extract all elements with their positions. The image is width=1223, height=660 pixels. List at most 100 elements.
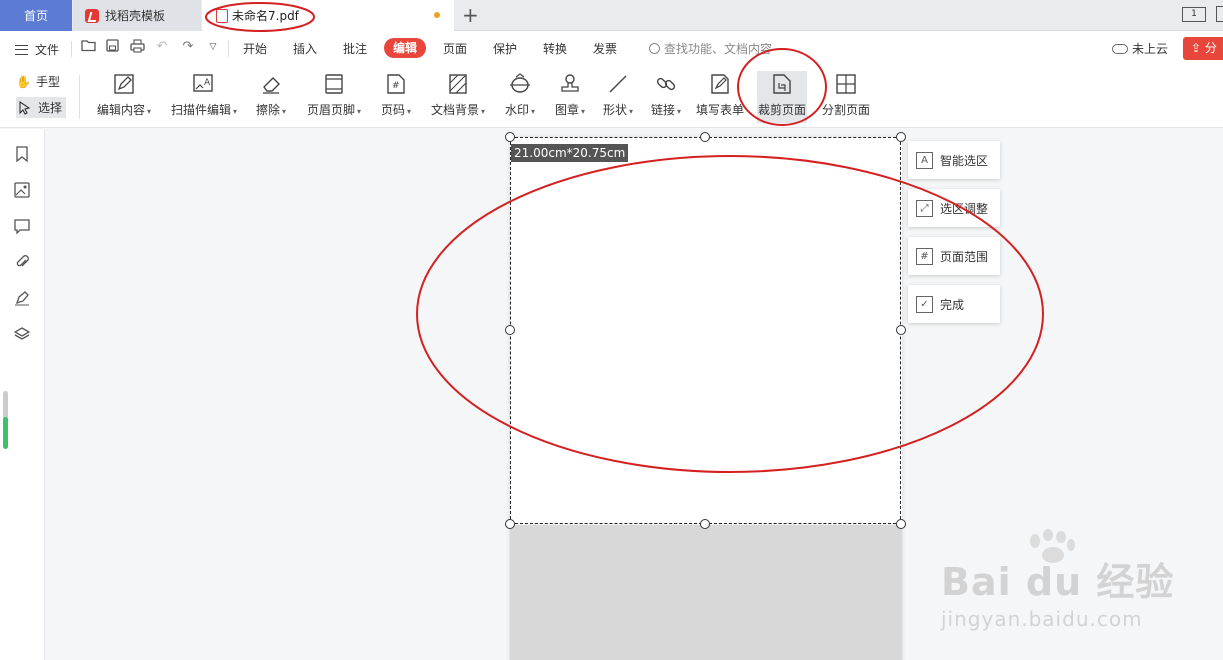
- tool-shape[interactable]: 形状 ▾: [598, 71, 638, 123]
- menu-tab-edit[interactable]: 编辑: [384, 38, 426, 58]
- tool-split-page[interactable]: 分割页面: [822, 71, 870, 123]
- tool-eraser[interactable]: 擦除 ▾: [250, 71, 292, 123]
- select-tool[interactable]: 选择: [16, 97, 67, 118]
- share-button[interactable]: ⇪ 分: [1183, 37, 1223, 60]
- tool-label: 页眉页脚 ▾: [306, 103, 362, 117]
- tool-header-footer[interactable]: 页眉页脚 ▾: [302, 71, 366, 123]
- tool-doc-background[interactable]: 文档背景 ▾: [426, 71, 490, 123]
- crop-handle-bottom-right[interactable]: [896, 519, 906, 529]
- cloud-status[interactable]: 未上云: [1112, 40, 1168, 57]
- divider: [71, 41, 72, 57]
- watermark-main: Bai du 经验: [941, 560, 1175, 604]
- crop-option-adjust-select[interactable]: ⤢ 选区调整: [908, 189, 1000, 227]
- menu-tab-convert[interactable]: 转换: [543, 40, 567, 57]
- crop-option-page-range[interactable]: # 页面范围: [908, 237, 1000, 275]
- new-tab-button[interactable]: +: [462, 3, 479, 27]
- baidu-jingyan-watermark: Bai du 经验 jingyan.baidu.com: [941, 529, 1221, 659]
- menu-tab-protect[interactable]: 保护: [493, 40, 517, 57]
- layout-icon[interactable]: [1216, 6, 1223, 22]
- dropdown-caret-icon[interactable]: ▾: [147, 107, 151, 116]
- tab-bar: 首页 找稻壳模板 未命名7.pdf + 1: [0, 0, 1223, 31]
- tool-label: 裁剪页面: [757, 103, 806, 117]
- watermark-icon: [508, 71, 532, 97]
- crop-selection-frame[interactable]: [510, 137, 901, 524]
- dropdown-caret-icon[interactable]: ▾: [581, 107, 585, 116]
- dropdown-caret-icon[interactable]: ▾: [481, 107, 485, 116]
- menu-tab-comment[interactable]: 批注: [343, 40, 367, 57]
- tool-label: 扫描件编辑 ▾: [170, 103, 238, 117]
- edit-toolbar: ✋ 手型 选择 编辑内容 ▾ A 扫描件编辑 ▾ 擦除 ▾ 页眉页脚 ▾ # 页码 ▾ 文档背景 ▾ 水印 ▾…: [0, 67, 1223, 128]
- quick-access-dropdown-icon[interactable]: ▽: [205, 39, 221, 55]
- search-icon: [649, 43, 660, 54]
- eraser-icon: [259, 71, 283, 97]
- crop-handle-bottom-left[interactable]: [505, 519, 515, 529]
- attachment-icon[interactable]: [13, 253, 31, 271]
- menu-tab-page[interactable]: 页面: [443, 40, 467, 57]
- file-menu-label: 文件: [35, 43, 60, 57]
- dropdown-caret-icon[interactable]: ▾: [233, 107, 237, 116]
- crop-option-done[interactable]: ✓ 完成: [908, 285, 1000, 323]
- dropdown-caret-icon[interactable]: ▾: [629, 107, 633, 116]
- tool-edit-content[interactable]: 编辑内容 ▾: [92, 71, 156, 123]
- menu-tab-insert[interactable]: 插入: [293, 40, 317, 57]
- tab-active-document-label: 未命名7.pdf: [232, 9, 299, 23]
- tool-stamp[interactable]: 图章 ▾: [550, 71, 590, 123]
- crop-handle-bottom[interactable]: [700, 519, 710, 529]
- divider: [79, 75, 80, 119]
- tool-page-number[interactable]: # 页码 ▾: [376, 71, 416, 123]
- tool-crop-page[interactable]: 裁剪页面: [757, 71, 807, 123]
- tool-label: 形状 ▾: [602, 103, 634, 117]
- crop-option-label: 选区调整: [940, 201, 989, 216]
- tool-scan-edit[interactable]: A 扫描件编辑 ▾: [166, 71, 242, 123]
- thumbnail-icon[interactable]: [13, 181, 31, 199]
- cloud-icon: [1112, 43, 1128, 54]
- tool-label: 编辑内容 ▾: [96, 103, 152, 117]
- comment-icon[interactable]: [13, 217, 31, 235]
- tool-watermark[interactable]: 水印 ▾: [500, 71, 540, 123]
- crop-handle-top-right[interactable]: [896, 132, 906, 142]
- watermark-url: jingyan.baidu.com: [941, 607, 1143, 631]
- tool-label: 分割页面: [822, 103, 871, 117]
- dropdown-caret-icon[interactable]: ▾: [407, 107, 411, 116]
- tab-daoke-label: 找稻壳模板: [105, 9, 166, 23]
- tool-link[interactable]: 链接 ▾: [646, 71, 686, 123]
- menu-tab-start[interactable]: 开始: [243, 40, 267, 57]
- crop-handle-top-left[interactable]: [505, 132, 515, 142]
- search-box[interactable]: 查找功能、文档内容: [649, 40, 772, 57]
- crop-handle-right[interactable]: [896, 325, 906, 335]
- cloud-status-label: 未上云: [1132, 42, 1169, 56]
- page-view-icon[interactable]: 1: [1182, 7, 1206, 22]
- dropdown-caret-icon[interactable]: ▾: [357, 107, 361, 116]
- file-menu-button[interactable]: 文件: [15, 41, 59, 58]
- menu-tab-invoice[interactable]: 发票: [593, 40, 617, 57]
- hand-icon: ✋: [16, 74, 31, 89]
- dropdown-caret-icon[interactable]: ▾: [531, 107, 535, 116]
- page-number-icon: #: [384, 71, 408, 97]
- tab-daoke-templates[interactable]: 找稻壳模板: [73, 0, 201, 31]
- tab-home[interactable]: 首页: [0, 0, 72, 31]
- tool-label: 擦除 ▾: [255, 103, 287, 117]
- tool-label: 填写表单: [695, 103, 744, 117]
- hand-tool[interactable]: ✋ 手型: [16, 73, 60, 90]
- tool-label: 链接 ▾: [650, 103, 682, 117]
- dropdown-caret-icon[interactable]: ▾: [677, 107, 681, 116]
- dropdown-caret-icon[interactable]: ▾: [282, 107, 286, 116]
- crop-handle-top[interactable]: [700, 132, 710, 142]
- pdf-page-cropped-area: [510, 525, 902, 660]
- fill-form-icon: [708, 71, 732, 97]
- signature-icon[interactable]: [13, 289, 31, 307]
- print-icon[interactable]: [129, 39, 145, 55]
- bookmark-icon[interactable]: [13, 145, 31, 163]
- save-icon[interactable]: [104, 39, 120, 55]
- open-folder-icon[interactable]: [80, 39, 96, 55]
- header-footer-icon: [322, 71, 346, 97]
- share-icon: ⇪: [1191, 41, 1202, 55]
- tool-fill-form[interactable]: 填写表单: [695, 71, 745, 123]
- layers-icon[interactable]: [13, 325, 31, 343]
- crop-handle-left[interactable]: [505, 325, 515, 335]
- redo-icon[interactable]: ↷: [180, 39, 196, 55]
- tab-active-document[interactable]: 未命名7.pdf: [202, 0, 454, 31]
- undo-icon[interactable]: ↶: [154, 39, 170, 55]
- sidebar-scrollbar[interactable]: [3, 391, 8, 449]
- crop-option-smart-select[interactable]: A 智能选区: [908, 141, 1000, 179]
